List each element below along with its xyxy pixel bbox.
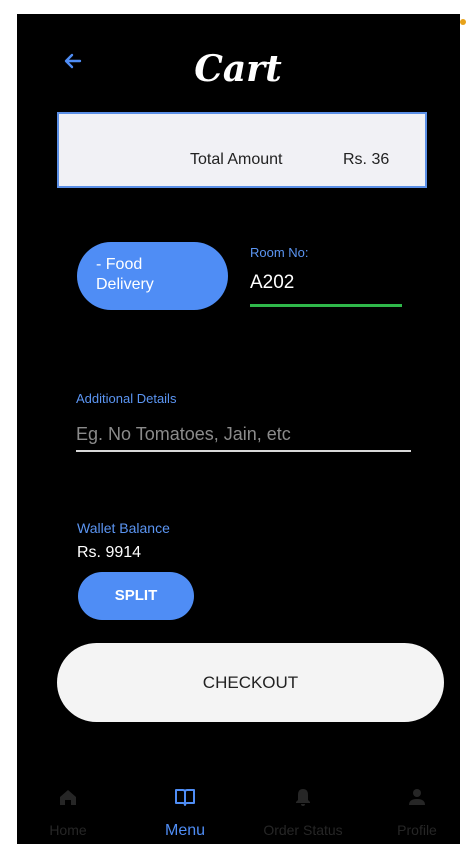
status-indicator-dot <box>460 19 466 25</box>
wallet-balance-label: Wallet Balance <box>77 520 170 536</box>
bottom-nav: Home Menu Order Status Profile <box>17 778 460 844</box>
delivery-label-line2: Delivery <box>96 276 154 293</box>
room-number-field[interactable]: A202 <box>250 272 294 294</box>
room-number-underline <box>250 304 402 307</box>
home-icon <box>60 790 76 805</box>
total-amount-label: Total Amount <box>190 151 283 168</box>
nav-item-home[interactable]: Home <box>33 778 103 844</box>
nav-item-menu[interactable]: Menu <box>150 778 220 844</box>
person-icon <box>409 789 425 805</box>
nav-label-profile: Profile <box>397 822 437 838</box>
page-title: Cart <box>194 48 282 90</box>
additional-details-input[interactable] <box>76 418 411 452</box>
split-button[interactable]: SPLIT <box>78 572 194 620</box>
delivery-label-line1: - Food <box>96 256 143 273</box>
nav-label-menu: Menu <box>164 822 206 839</box>
bell-icon <box>296 789 310 806</box>
nav-label-order-status: Order Status <box>263 822 343 838</box>
total-amount-card: Total Amount Rs. 36 <box>57 112 427 188</box>
checkout-button[interactable]: CHECKOUT <box>57 643 444 722</box>
nav-item-profile[interactable]: Profile <box>384 778 450 844</box>
food-delivery-button[interactable]: - Food Delivery <box>77 242 228 310</box>
nav-item-order-status[interactable]: Order Status <box>253 778 353 844</box>
room-number-label: Room No: <box>250 245 309 260</box>
wallet-balance-value: Rs. 9914 <box>77 544 142 561</box>
total-amount-value: Rs. 36 <box>343 151 390 168</box>
nav-label-home: Home <box>49 822 87 838</box>
book-icon <box>175 789 195 806</box>
additional-details-label: Additional Details <box>76 391 177 406</box>
